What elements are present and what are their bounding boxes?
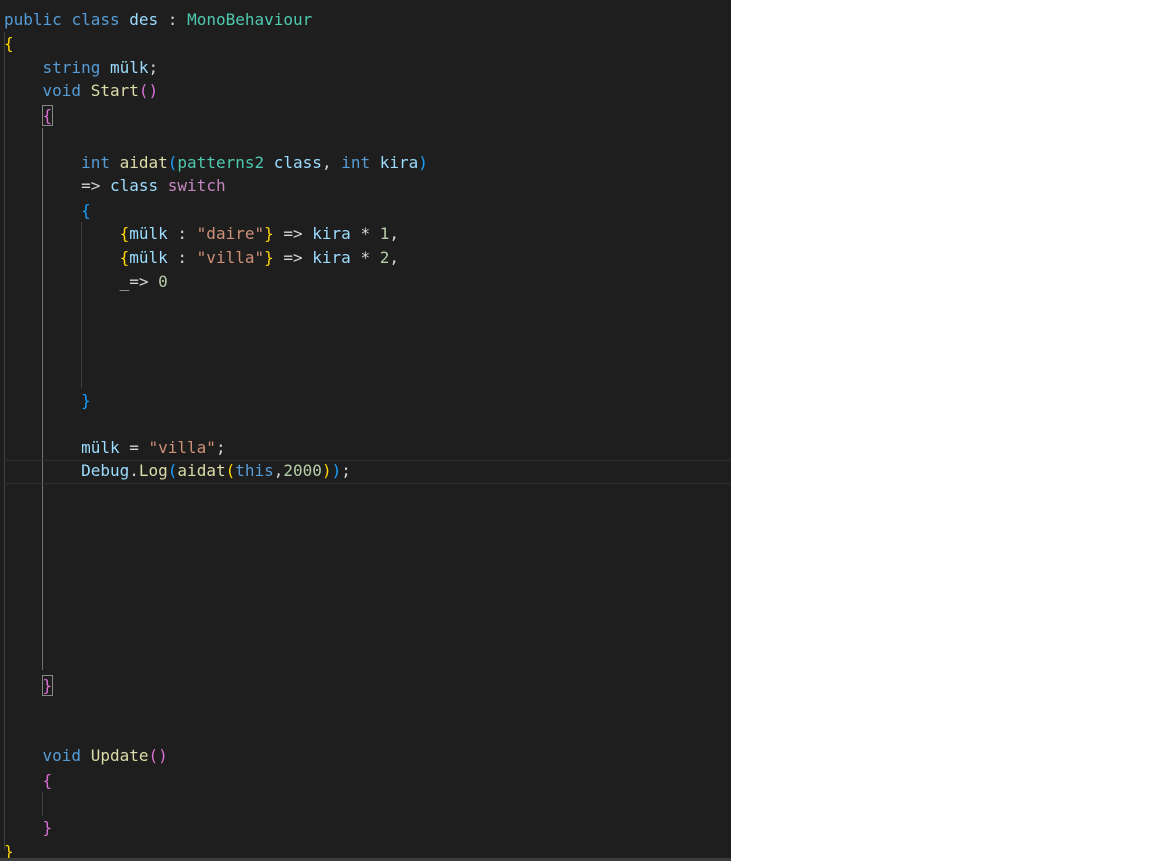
class-ref: Debug xyxy=(81,461,130,480)
indent-guide xyxy=(42,792,43,816)
param-type: patterns2 xyxy=(177,153,265,172)
string-literal: "villa" xyxy=(196,248,265,267)
paren: ( xyxy=(225,461,236,480)
brace: } xyxy=(42,818,53,837)
colon: : xyxy=(167,248,197,267)
operator: * xyxy=(350,248,380,267)
variable: kira xyxy=(312,248,351,267)
variable: mülk xyxy=(81,438,120,457)
brace: { xyxy=(81,201,91,220)
method-name: Start xyxy=(90,81,139,100)
code-line-debug-log[interactable]: Debug.Log(aidat(this,2000)); xyxy=(4,459,351,483)
code-line-start-method[interactable]: void Start() xyxy=(4,79,159,103)
keyword: void xyxy=(42,81,82,100)
keyword: void xyxy=(42,746,82,765)
class-name: des xyxy=(129,10,159,29)
code-line-class-declaration[interactable]: public class des : MonoBehaviour xyxy=(4,8,312,32)
code-line-local-function[interactable]: int aidat(patterns2 class, int kira) xyxy=(4,151,428,175)
operator: = xyxy=(119,438,149,457)
keyword: public xyxy=(4,10,62,29)
code-line-switch-arm[interactable]: {mülk : "villa"} => kira * 2, xyxy=(4,246,399,270)
method-name: Update xyxy=(90,746,149,765)
parens: () xyxy=(138,81,159,100)
function-name: aidat xyxy=(119,153,168,172)
code-line-update-method[interactable]: void Update() xyxy=(4,744,168,768)
comma: , xyxy=(389,224,399,243)
semicolon: ; xyxy=(215,438,226,457)
base-type: MonoBehaviour xyxy=(187,10,313,29)
brace: } xyxy=(4,842,14,858)
param-name: kira xyxy=(379,153,419,172)
code-editor[interactable]: public class des : MonoBehaviour { strin… xyxy=(0,0,731,858)
identifier: class xyxy=(109,176,159,195)
code-line[interactable]: { xyxy=(4,199,91,223)
string-literal: "daire" xyxy=(196,224,265,243)
param-name: class xyxy=(273,153,322,172)
code-line[interactable]: } xyxy=(4,840,14,858)
code-line-assignment[interactable]: mülk = "villa"; xyxy=(4,436,226,460)
discard-arrow: _=> xyxy=(119,272,149,291)
brace: { xyxy=(119,224,130,243)
keyword: int xyxy=(81,153,110,172)
arrow: => xyxy=(273,248,313,267)
brace: { xyxy=(4,34,14,53)
brace-match: } xyxy=(41,675,54,696)
arrow: => xyxy=(81,176,101,195)
brace: { xyxy=(119,248,130,267)
paren: ) xyxy=(418,153,428,172)
colon: : xyxy=(167,224,197,243)
brace: } xyxy=(81,391,91,410)
arrow: => xyxy=(273,224,313,243)
semicolon: ; xyxy=(341,461,351,480)
code-line-switch[interactable]: => class switch xyxy=(4,174,226,198)
keyword: this xyxy=(235,461,274,480)
number: 2000 xyxy=(283,461,322,480)
method-name: Log xyxy=(138,461,168,480)
paren: ) xyxy=(321,461,332,480)
string-literal: "villa" xyxy=(148,438,216,457)
code-line[interactable]: } xyxy=(4,674,54,698)
paren: ( xyxy=(167,153,178,172)
comma: , xyxy=(389,248,399,267)
number: 1 xyxy=(379,224,390,243)
number: 2 xyxy=(379,248,390,267)
semicolon: ; xyxy=(148,58,159,77)
paren: ( xyxy=(167,461,178,480)
function-name: aidat xyxy=(177,461,226,480)
comma: , xyxy=(273,461,284,480)
colon: : xyxy=(158,10,188,29)
code-line[interactable]: { xyxy=(4,32,14,56)
brace-match: { xyxy=(41,105,54,126)
field-name: mülk xyxy=(109,58,149,77)
code-line[interactable]: { xyxy=(4,769,53,793)
number: 0 xyxy=(158,272,168,291)
variable: kira xyxy=(312,224,351,243)
brace: { xyxy=(42,771,53,790)
code-line[interactable]: } xyxy=(4,389,91,413)
dot: . xyxy=(129,461,139,480)
code-line-switch-arm[interactable]: {mülk : "daire"} => kira * 1, xyxy=(4,222,399,246)
comma: , xyxy=(321,153,342,172)
property: mülk xyxy=(129,248,168,267)
keyword: class xyxy=(71,10,120,29)
code-line-discard-arm[interactable]: _=> 0 xyxy=(4,270,168,294)
parens: () xyxy=(148,746,168,765)
operator: * xyxy=(350,224,380,243)
brace: } xyxy=(264,224,274,243)
property: mülk xyxy=(129,224,168,243)
keyword: int xyxy=(341,153,371,172)
keyword: string xyxy=(42,58,101,77)
code-line[interactable]: { xyxy=(4,104,54,128)
paren: ) xyxy=(331,461,342,480)
code-line-field[interactable]: string mülk; xyxy=(4,56,159,80)
code-line[interactable]: } xyxy=(4,816,53,840)
keyword: switch xyxy=(167,176,226,195)
brace: } xyxy=(264,248,274,267)
